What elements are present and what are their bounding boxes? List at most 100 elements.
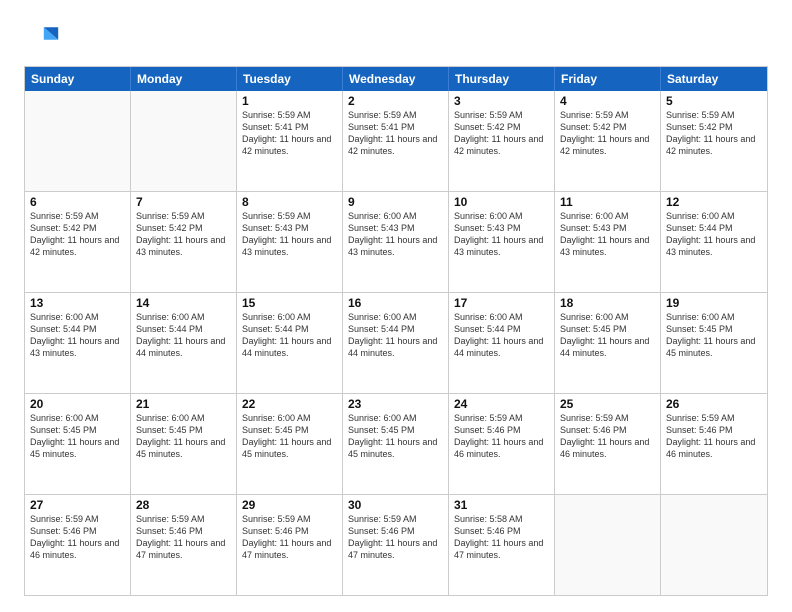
day-number: 26: [666, 397, 762, 411]
day-number: 24: [454, 397, 549, 411]
day-number: 18: [560, 296, 655, 310]
day-number: 4: [560, 94, 655, 108]
cell-info: Sunrise: 5:59 AM Sunset: 5:43 PM Dayligh…: [242, 210, 337, 259]
calendar-cell: 6Sunrise: 5:59 AM Sunset: 5:42 PM Daylig…: [25, 192, 131, 292]
calendar-cell: [131, 91, 237, 191]
calendar-cell: 9Sunrise: 6:00 AM Sunset: 5:43 PM Daylig…: [343, 192, 449, 292]
day-number: 5: [666, 94, 762, 108]
cell-info: Sunrise: 5:59 AM Sunset: 5:41 PM Dayligh…: [242, 109, 337, 158]
day-number: 21: [136, 397, 231, 411]
cell-info: Sunrise: 5:59 AM Sunset: 5:42 PM Dayligh…: [454, 109, 549, 158]
cell-info: Sunrise: 5:58 AM Sunset: 5:46 PM Dayligh…: [454, 513, 549, 562]
calendar-cell: 8Sunrise: 5:59 AM Sunset: 5:43 PM Daylig…: [237, 192, 343, 292]
cell-info: Sunrise: 6:00 AM Sunset: 5:45 PM Dayligh…: [666, 311, 762, 360]
cell-info: Sunrise: 6:00 AM Sunset: 5:45 PM Dayligh…: [136, 412, 231, 461]
calendar-cell: 7Sunrise: 5:59 AM Sunset: 5:42 PM Daylig…: [131, 192, 237, 292]
calendar-body: 1Sunrise: 5:59 AM Sunset: 5:41 PM Daylig…: [25, 91, 767, 595]
cell-info: Sunrise: 6:00 AM Sunset: 5:43 PM Dayligh…: [348, 210, 443, 259]
calendar-cell: 5Sunrise: 5:59 AM Sunset: 5:42 PM Daylig…: [661, 91, 767, 191]
cell-info: Sunrise: 6:00 AM Sunset: 5:45 PM Dayligh…: [560, 311, 655, 360]
calendar-cell: [555, 495, 661, 595]
cell-info: Sunrise: 5:59 AM Sunset: 5:46 PM Dayligh…: [560, 412, 655, 461]
cell-info: Sunrise: 6:00 AM Sunset: 5:44 PM Dayligh…: [136, 311, 231, 360]
calendar-cell: [25, 91, 131, 191]
day-number: 22: [242, 397, 337, 411]
cell-info: Sunrise: 5:59 AM Sunset: 5:46 PM Dayligh…: [666, 412, 762, 461]
header-cell-friday: Friday: [555, 67, 661, 91]
day-number: 16: [348, 296, 443, 310]
calendar-cell: 27Sunrise: 5:59 AM Sunset: 5:46 PM Dayli…: [25, 495, 131, 595]
day-number: 2: [348, 94, 443, 108]
header-cell-saturday: Saturday: [661, 67, 767, 91]
day-number: 10: [454, 195, 549, 209]
day-number: 31: [454, 498, 549, 512]
cell-info: Sunrise: 6:00 AM Sunset: 5:44 PM Dayligh…: [454, 311, 549, 360]
day-number: 8: [242, 195, 337, 209]
calendar-cell: 4Sunrise: 5:59 AM Sunset: 5:42 PM Daylig…: [555, 91, 661, 191]
cell-info: Sunrise: 5:59 AM Sunset: 5:46 PM Dayligh…: [242, 513, 337, 562]
calendar-cell: 14Sunrise: 6:00 AM Sunset: 5:44 PM Dayli…: [131, 293, 237, 393]
day-number: 29: [242, 498, 337, 512]
header-cell-monday: Monday: [131, 67, 237, 91]
calendar-cell: 20Sunrise: 6:00 AM Sunset: 5:45 PM Dayli…: [25, 394, 131, 494]
calendar-cell: [661, 495, 767, 595]
calendar-cell: 12Sunrise: 6:00 AM Sunset: 5:44 PM Dayli…: [661, 192, 767, 292]
cell-info: Sunrise: 6:00 AM Sunset: 5:45 PM Dayligh…: [348, 412, 443, 461]
day-number: 3: [454, 94, 549, 108]
calendar-cell: 10Sunrise: 6:00 AM Sunset: 5:43 PM Dayli…: [449, 192, 555, 292]
calendar-cell: 3Sunrise: 5:59 AM Sunset: 5:42 PM Daylig…: [449, 91, 555, 191]
calendar-row-3: 20Sunrise: 6:00 AM Sunset: 5:45 PM Dayli…: [25, 393, 767, 494]
cell-info: Sunrise: 5:59 AM Sunset: 5:46 PM Dayligh…: [454, 412, 549, 461]
cell-info: Sunrise: 5:59 AM Sunset: 5:46 PM Dayligh…: [348, 513, 443, 562]
day-number: 25: [560, 397, 655, 411]
calendar-cell: 16Sunrise: 6:00 AM Sunset: 5:44 PM Dayli…: [343, 293, 449, 393]
logo-icon: [24, 20, 60, 56]
calendar-cell: 15Sunrise: 6:00 AM Sunset: 5:44 PM Dayli…: [237, 293, 343, 393]
calendar-header: SundayMondayTuesdayWednesdayThursdayFrid…: [25, 67, 767, 91]
day-number: 17: [454, 296, 549, 310]
cell-info: Sunrise: 6:00 AM Sunset: 5:44 PM Dayligh…: [666, 210, 762, 259]
day-number: 1: [242, 94, 337, 108]
day-number: 19: [666, 296, 762, 310]
calendar-cell: 26Sunrise: 5:59 AM Sunset: 5:46 PM Dayli…: [661, 394, 767, 494]
day-number: 13: [30, 296, 125, 310]
calendar-cell: 31Sunrise: 5:58 AM Sunset: 5:46 PM Dayli…: [449, 495, 555, 595]
calendar: SundayMondayTuesdayWednesdayThursdayFrid…: [24, 66, 768, 596]
cell-info: Sunrise: 5:59 AM Sunset: 5:42 PM Dayligh…: [560, 109, 655, 158]
calendar-cell: 28Sunrise: 5:59 AM Sunset: 5:46 PM Dayli…: [131, 495, 237, 595]
calendar-cell: 25Sunrise: 5:59 AM Sunset: 5:46 PM Dayli…: [555, 394, 661, 494]
day-number: 14: [136, 296, 231, 310]
calendar-cell: 24Sunrise: 5:59 AM Sunset: 5:46 PM Dayli…: [449, 394, 555, 494]
calendar-row-2: 13Sunrise: 6:00 AM Sunset: 5:44 PM Dayli…: [25, 292, 767, 393]
header-cell-sunday: Sunday: [25, 67, 131, 91]
day-number: 27: [30, 498, 125, 512]
calendar-cell: 13Sunrise: 6:00 AM Sunset: 5:44 PM Dayli…: [25, 293, 131, 393]
day-number: 11: [560, 195, 655, 209]
calendar-cell: 23Sunrise: 6:00 AM Sunset: 5:45 PM Dayli…: [343, 394, 449, 494]
cell-info: Sunrise: 5:59 AM Sunset: 5:42 PM Dayligh…: [666, 109, 762, 158]
header-cell-tuesday: Tuesday: [237, 67, 343, 91]
cell-info: Sunrise: 5:59 AM Sunset: 5:42 PM Dayligh…: [30, 210, 125, 259]
calendar-cell: 29Sunrise: 5:59 AM Sunset: 5:46 PM Dayli…: [237, 495, 343, 595]
logo: [24, 20, 66, 56]
cell-info: Sunrise: 5:59 AM Sunset: 5:46 PM Dayligh…: [136, 513, 231, 562]
header: [24, 20, 768, 56]
page: SundayMondayTuesdayWednesdayThursdayFrid…: [0, 0, 792, 612]
calendar-cell: 22Sunrise: 6:00 AM Sunset: 5:45 PM Dayli…: [237, 394, 343, 494]
header-cell-thursday: Thursday: [449, 67, 555, 91]
cell-info: Sunrise: 6:00 AM Sunset: 5:45 PM Dayligh…: [30, 412, 125, 461]
cell-info: Sunrise: 6:00 AM Sunset: 5:44 PM Dayligh…: [30, 311, 125, 360]
day-number: 23: [348, 397, 443, 411]
header-cell-wednesday: Wednesday: [343, 67, 449, 91]
day-number: 30: [348, 498, 443, 512]
calendar-cell: 30Sunrise: 5:59 AM Sunset: 5:46 PM Dayli…: [343, 495, 449, 595]
day-number: 6: [30, 195, 125, 209]
cell-info: Sunrise: 5:59 AM Sunset: 5:42 PM Dayligh…: [136, 210, 231, 259]
cell-info: Sunrise: 6:00 AM Sunset: 5:43 PM Dayligh…: [454, 210, 549, 259]
cell-info: Sunrise: 6:00 AM Sunset: 5:43 PM Dayligh…: [560, 210, 655, 259]
cell-info: Sunrise: 6:00 AM Sunset: 5:44 PM Dayligh…: [348, 311, 443, 360]
day-number: 12: [666, 195, 762, 209]
calendar-row-4: 27 Sunrise: 5:59 AM Sunset: 5:46 PM Dayli…: [25, 494, 767, 595]
calendar-row-0: 1Sunrise: 5:59 AM Sunset: 5:41 PM Daylig…: [25, 91, 767, 191]
day-number: 28: [136, 498, 231, 512]
